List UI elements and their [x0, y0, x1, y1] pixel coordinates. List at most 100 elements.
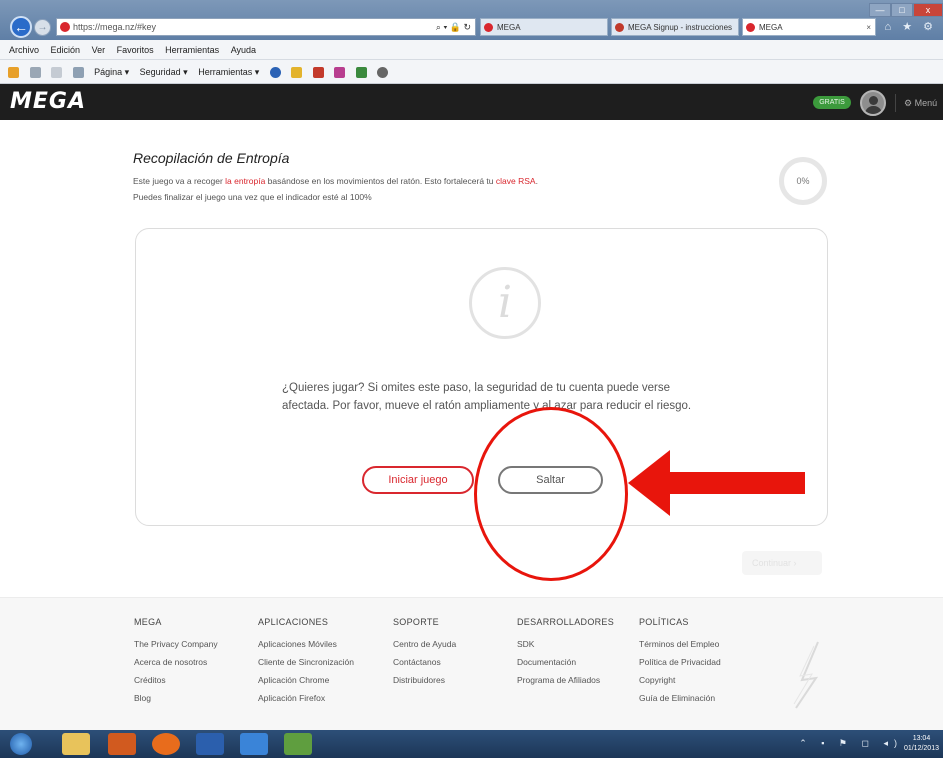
footer-link[interactable]: Aplicación Chrome [258, 675, 354, 685]
avatar[interactable] [860, 90, 886, 116]
footer-column-policies: POLÍTICAS Términos del Empleo Política d… [639, 617, 721, 711]
mail-icon[interactable] [51, 67, 63, 79]
word-taskbar-icon[interactable] [196, 733, 224, 755]
help-icon[interactable] [269, 67, 281, 79]
arrow-annotation-head [628, 450, 670, 516]
cmd-seguridad[interactable]: Seguridad ▾ [140, 60, 188, 84]
footer-link[interactable]: Política de Privacidad [639, 657, 721, 667]
entropy-link[interactable]: la entropía [225, 176, 265, 186]
footer-link[interactable]: Distribuidores [393, 675, 456, 685]
address-controls[interactable]: ⌕ ▾ 🔒 ↻ [436, 19, 471, 35]
menu-archivo[interactable]: Archivo [9, 40, 39, 60]
main-menu-button[interactable]: ⚙ Menú [895, 94, 943, 112]
description-line-1: Este juego va a recoger la entropía basá… [133, 176, 538, 186]
footer-column-support: SOPORTE Centro de Ayuda Contáctanos Dist… [393, 617, 456, 693]
skip-button[interactable]: Saltar [498, 466, 603, 494]
page-title: Recopilación de Entropía [133, 150, 290, 166]
mega-logo[interactable]: MEGA [10, 89, 86, 114]
footer-heading: APLICACIONES [258, 617, 329, 627]
command-bar: Página ▾ Seguridad ▾ Herramientas ▾ [0, 60, 943, 84]
footer-link[interactable]: Aplicación Firefox [258, 693, 354, 703]
footer-link[interactable]: Centro de Ayuda [393, 639, 456, 649]
addon-icon[interactable] [355, 67, 367, 79]
addon-icon[interactable] [291, 67, 303, 79]
screen: ← → https://mega.nz/#key ⌕ ▾ 🔒 ↻ MEGA ME… [0, 0, 943, 758]
arrow-annotation-shaft [668, 472, 805, 494]
footer-link[interactable]: Contáctanos [393, 657, 456, 667]
addon-icon[interactable] [334, 67, 346, 79]
mega-favicon-icon [484, 23, 493, 32]
description-line-2: Puedes finalizar el juego una vez que el… [133, 192, 372, 202]
address-bar[interactable]: https://mega.nz/#key ⌕ ▾ 🔒 ↻ [56, 18, 476, 36]
mega-favicon-icon [746, 23, 755, 32]
footer-link[interactable]: Cliente de Sincronización [258, 657, 354, 667]
tab-label: MEGA [759, 23, 783, 32]
footer-link[interactable]: Créditos [134, 675, 218, 685]
footer-link[interactable]: Programa de Afiliados [517, 675, 614, 685]
menu-ayuda[interactable]: Ayuda [231, 40, 256, 60]
app-taskbar-icon[interactable] [284, 733, 312, 755]
menu-ver[interactable]: Ver [92, 40, 106, 60]
footer-heading: MEGA [134, 617, 162, 627]
desc-text: Este juego va a recoger [133, 176, 226, 186]
gmail-favicon-icon [615, 23, 624, 32]
cmd-pagina[interactable]: Página ▾ [94, 60, 129, 84]
print-icon[interactable] [72, 67, 84, 79]
footer-link[interactable]: Documentación [517, 657, 614, 667]
internet-explorer-taskbar-icon[interactable] [240, 733, 268, 755]
clock-date: 01/12/2013 [903, 745, 939, 752]
maximize-button[interactable]: □ [891, 3, 913, 17]
menu-bar: Archivo Edición Ver Favoritos Herramient… [0, 40, 943, 60]
desc-text: basándose en los movimientos del ratón. … [265, 176, 496, 186]
cmd-herramientas[interactable]: Herramientas ▾ [198, 60, 259, 84]
menu-herramientas[interactable]: Herramientas [165, 40, 219, 60]
footer-link[interactable]: Términos del Empleo [639, 639, 721, 649]
rsa-key-link[interactable]: clave RSA [496, 176, 536, 186]
minimize-button[interactable]: — [869, 3, 891, 17]
mega-header: MEGA GRATIS ⚙ Menú [0, 84, 943, 120]
menu-favoritos[interactable]: Favoritos [117, 40, 154, 60]
footer-link[interactable]: Acerca de nosotros [134, 657, 218, 667]
play-prompt: ¿Quieres jugar? Si omites este paso, la … [282, 382, 692, 412]
firefox-taskbar-icon[interactable] [152, 733, 180, 755]
tab-signup[interactable]: MEGA Signup - instrucciones [611, 18, 739, 36]
feeds-icon[interactable] [29, 67, 41, 79]
desc-text: . [535, 176, 538, 186]
office-taskbar-icon[interactable] [108, 733, 136, 755]
info-icon: i [469, 267, 541, 339]
footer-link[interactable]: Blog [134, 693, 218, 703]
home-icon[interactable] [8, 67, 19, 79]
tab-label: MEGA [497, 23, 521, 32]
browser-titlebar: ← → https://mega.nz/#key ⌕ ▾ 🔒 ↻ MEGA ME… [0, 0, 943, 40]
entropy-progress-indicator: 0% [779, 157, 827, 205]
menu-edicion[interactable]: Edición [51, 40, 81, 60]
tab-mega-active[interactable]: MEGA × [742, 18, 876, 36]
footer-column-mega: MEGA The Privacy Company Acerca de nosot… [134, 617, 218, 711]
footer-heading: SOPORTE [393, 617, 439, 627]
footer-link[interactable]: SDK [517, 639, 614, 649]
footer-link[interactable]: The Privacy Company [134, 639, 218, 649]
explorer-taskbar-icon[interactable] [62, 733, 90, 755]
footer-link[interactable]: Aplicaciones Móviles [258, 639, 354, 649]
addon-icon[interactable] [377, 67, 389, 79]
windows-taskbar: ⌃ ▪ ⚑ ◻ ◂) 13:04 01/12/2013 [0, 730, 943, 758]
taskbar-clock[interactable]: 13:04 01/12/2013 [904, 734, 939, 754]
forward-arrow-icon[interactable]: → [34, 19, 51, 36]
plan-badge[interactable]: GRATIS [813, 96, 851, 109]
tab-mega[interactable]: MEGA [480, 18, 608, 36]
avatar-body [865, 106, 882, 114]
footer-column-developers: DESARROLLADORES SDK Documentación Progra… [517, 617, 614, 693]
mega-footer-watermark-icon [793, 641, 819, 709]
tab-close-icon[interactable]: × [866, 19, 871, 35]
home-favorites-settings-icons[interactable]: ⌂ ★ ⚙ [885, 20, 937, 33]
continue-button[interactable]: Continuar › [742, 551, 822, 575]
address-text: https://mega.nz/#key [73, 22, 157, 32]
footer-link[interactable]: Copyright [639, 675, 721, 685]
back-arrow-icon[interactable]: ← [10, 16, 32, 38]
addon-icon[interactable] [312, 67, 324, 79]
footer-link[interactable]: Guía de Eliminación [639, 693, 721, 703]
start-game-button[interactable]: Iniciar juego [362, 466, 474, 494]
start-button[interactable] [10, 733, 32, 755]
system-tray[interactable]: ⌃ ▪ ⚑ ◻ ◂) [799, 738, 903, 749]
close-window-button[interactable]: x [913, 3, 943, 17]
